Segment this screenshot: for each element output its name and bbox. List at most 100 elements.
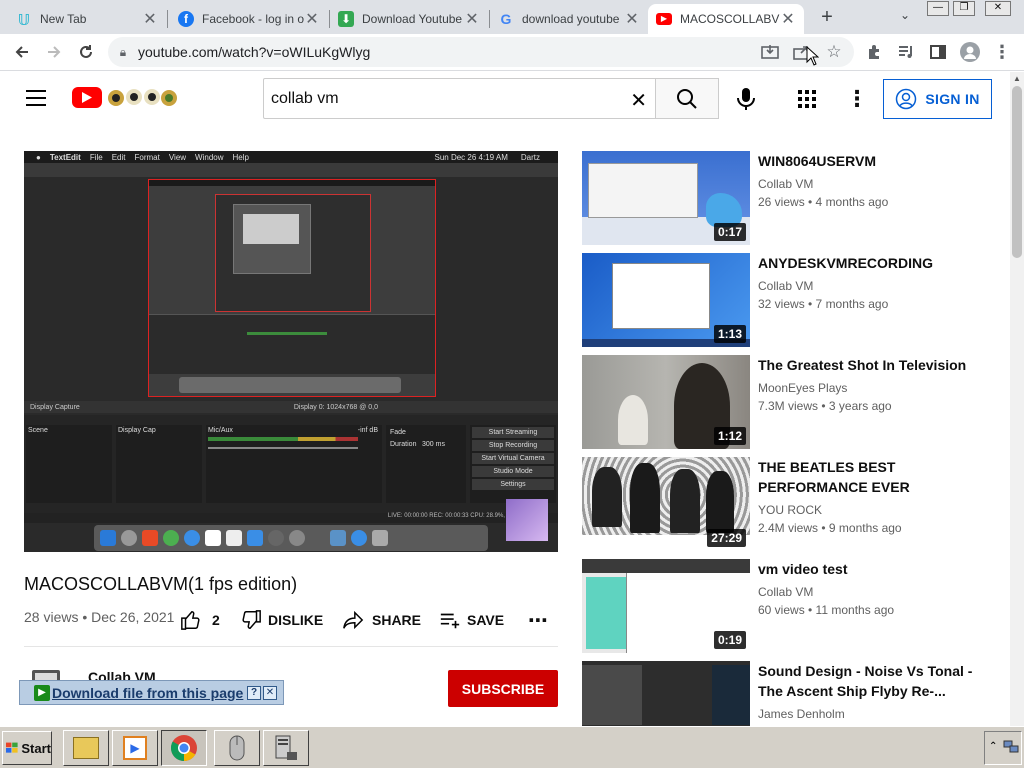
obs-source-name: Display Capture (30, 403, 80, 411)
media-control-icon[interactable] (892, 38, 920, 66)
new-tab-plus-icon[interactable]: + (817, 6, 837, 28)
network-icon[interactable] (1003, 740, 1019, 754)
subscribe-button[interactable]: SUBSCRIBE (448, 670, 558, 707)
close-window-icon[interactable]: ✕ (985, 1, 1011, 16)
launchpad-dock-icon (121, 530, 137, 546)
close-tab-icon[interactable]: ✕ (780, 9, 796, 29)
obs-scene-transitions: Fade Duration 300 ms (386, 425, 466, 503)
minimize-window-icon[interactable]: — (927, 1, 949, 16)
recommendation-title[interactable]: WIN8064USERVM (758, 151, 988, 171)
obs-source-toolbar: Display Capture Display 0: 1024x768 @ 0,… (24, 401, 558, 413)
recommendation-title[interactable]: ANYDESKVMRECORDING (758, 253, 988, 273)
video-player[interactable]: ● TextEdit File Edit Format View Window … (24, 151, 558, 552)
video-thumbnail[interactable]: 1:12 (582, 355, 750, 449)
file-explorer-task[interactable] (63, 730, 109, 766)
close-tab-icon[interactable]: ✕ (624, 9, 640, 29)
download-file-label[interactable]: Download file from this page (52, 685, 243, 701)
search-button[interactable] (655, 78, 719, 119)
scrollbar-thumb[interactable] (1012, 86, 1022, 258)
obs-mixer-db: -inf dB (357, 427, 378, 434)
recommendation-title[interactable]: THE BEATLES BEST PERFORMANCE EVER (758, 457, 988, 497)
recommendation-title[interactable]: The Greatest Shot In Television (758, 355, 988, 375)
close-tab-icon[interactable]: ✕ (464, 9, 480, 29)
forward-arrow-icon[interactable] (40, 38, 68, 66)
recommendation-item[interactable]: 1:12 The Greatest Shot In Television Moo… (582, 355, 1002, 451)
recommendation-channel[interactable]: Collab VM (758, 585, 813, 599)
scroll-up-arrow-icon[interactable]: ▲ (1013, 74, 1021, 83)
save-button[interactable]: SAVE (439, 608, 504, 632)
voice-search-mic-icon[interactable] (735, 86, 757, 112)
recommendation-channel[interactable]: YOU ROCK (758, 503, 822, 517)
side-panel-icon[interactable] (924, 38, 952, 66)
like-button[interactable]: 2 (180, 608, 220, 632)
install-app-icon[interactable] (756, 38, 784, 66)
tray-expand-icon[interactable]: ⌃ (989, 741, 997, 752)
recommendation-item[interactable]: Sound Design - Noise Vs Tonal - The Asce… (582, 661, 1002, 726)
apps-grid-icon[interactable] (797, 89, 817, 109)
recommendation-item[interactable]: 1:13 ANYDESKVMRECORDING Collab VM 32 vie… (582, 253, 1002, 349)
reload-icon[interactable] (72, 38, 100, 66)
hamburger-menu-icon[interactable] (26, 90, 46, 106)
bookmark-star-icon[interactable]: ☆ (820, 38, 848, 66)
chrome-task[interactable] (161, 730, 207, 766)
tab-search-chevron-icon[interactable]: ⌄ (897, 8, 913, 24)
video-thumbnail[interactable]: 0:19 (582, 559, 750, 653)
mouse-settings-task[interactable] (214, 730, 260, 766)
page-scrollbar[interactable]: ▲ (1010, 72, 1024, 726)
search-icon (677, 88, 697, 109)
video-thumbnail[interactable] (582, 661, 750, 726)
download-file-bar[interactable]: ▶ Download file from this page ? ✕ (19, 680, 284, 705)
obs-studio-mode-button: Studio Mode (472, 466, 554, 477)
video-thumbnail[interactable]: 1:13 (582, 253, 750, 347)
browser-tab-google-search[interactable]: G download youtube ✕ (490, 4, 648, 34)
browser-tab-new-tab[interactable]: 𝕌 New Tab ✕ (8, 4, 166, 34)
clear-search-icon[interactable]: ✕ (630, 88, 647, 113)
video-thumbnail[interactable]: 27:29 (582, 457, 750, 551)
tab-title: New Tab (40, 12, 87, 26)
restore-window-icon[interactable]: ❐ (953, 1, 975, 16)
browser-tab-download-youtube[interactable]: ⬇ Download Youtube ✕ (330, 4, 488, 34)
close-download-bar-icon[interactable]: ✕ (263, 685, 277, 700)
recommendation-channel[interactable]: James Denholm (758, 707, 845, 721)
help-question-icon[interactable]: ? (247, 685, 261, 700)
computer-task[interactable] (263, 730, 309, 766)
recommendation-item[interactable]: 27:29 THE BEATLES BEST PERFORMANCE EVER … (582, 457, 1002, 553)
youtube-doodle-logo-icon[interactable] (106, 85, 178, 109)
settings-kebab-icon[interactable]: ⋮ (846, 86, 868, 112)
lock-icon[interactable]: 🔒︎ (108, 45, 138, 60)
menubar-item: File (89, 152, 103, 162)
close-tab-icon[interactable]: ✕ (142, 9, 158, 29)
dislike-button[interactable]: DISLIKE (240, 608, 323, 632)
obs-stop-recording-button: Stop Recording (472, 440, 554, 451)
extensions-puzzle-icon[interactable] (860, 38, 888, 66)
recommendation-channel[interactable]: MoonEyes Plays (758, 381, 847, 395)
more-actions-icon[interactable]: ⋯ (528, 608, 548, 632)
browser-tab-youtube-active[interactable]: ▶ MACOSCOLLABVM( ✕ (648, 4, 804, 34)
close-tab-icon[interactable]: ✕ (304, 9, 320, 29)
recommendation-title[interactable]: vm video test (758, 559, 988, 579)
recommendation-item[interactable]: 0:17 WIN8064USERVM Collab VM 26 views • … (582, 151, 1002, 247)
recommendation-item[interactable]: 0:19 vm video test Collab VM 60 views • … (582, 559, 1002, 655)
search-input[interactable]: collab vm ✕ (263, 78, 656, 119)
browser-tab-facebook[interactable]: f Facebook - log in or ✕ (170, 4, 328, 34)
browser-menu-kebab-icon[interactable]: ⋮ (988, 38, 1016, 66)
profile-avatar-icon[interactable] (956, 38, 984, 66)
video-thumbnail[interactable]: 0:17 (582, 151, 750, 245)
back-arrow-icon[interactable] (8, 38, 36, 66)
sign-in-button[interactable]: SIGN IN (883, 79, 992, 119)
mac-dock (94, 525, 488, 551)
share-button[interactable]: SHARE (342, 608, 421, 632)
trash-dock-icon (372, 530, 388, 546)
save-label: SAVE (467, 612, 505, 628)
url-text: youtube.com/watch?v=oWILuKgWlyg (138, 44, 371, 60)
media-player-task[interactable]: ▶ (112, 730, 158, 766)
address-bar[interactable]: 🔒︎ youtube.com/watch?v=oWILuKgWlyg (108, 37, 854, 67)
recommendation-title[interactable]: Sound Design - Noise Vs Tonal - The Asce… (758, 661, 988, 701)
video-views-date: 28 views • Dec 26, 2021 (24, 609, 175, 625)
youtube-logo-icon[interactable] (72, 87, 102, 108)
recommendation-channel[interactable]: Collab VM (758, 177, 813, 191)
recommendation-channel[interactable]: Collab VM (758, 279, 813, 293)
start-button[interactable]: Start (2, 731, 52, 765)
obs-transition-duration-label: Duration (390, 441, 417, 448)
recommendation-meta: 32 views • 7 months ago (758, 297, 889, 311)
